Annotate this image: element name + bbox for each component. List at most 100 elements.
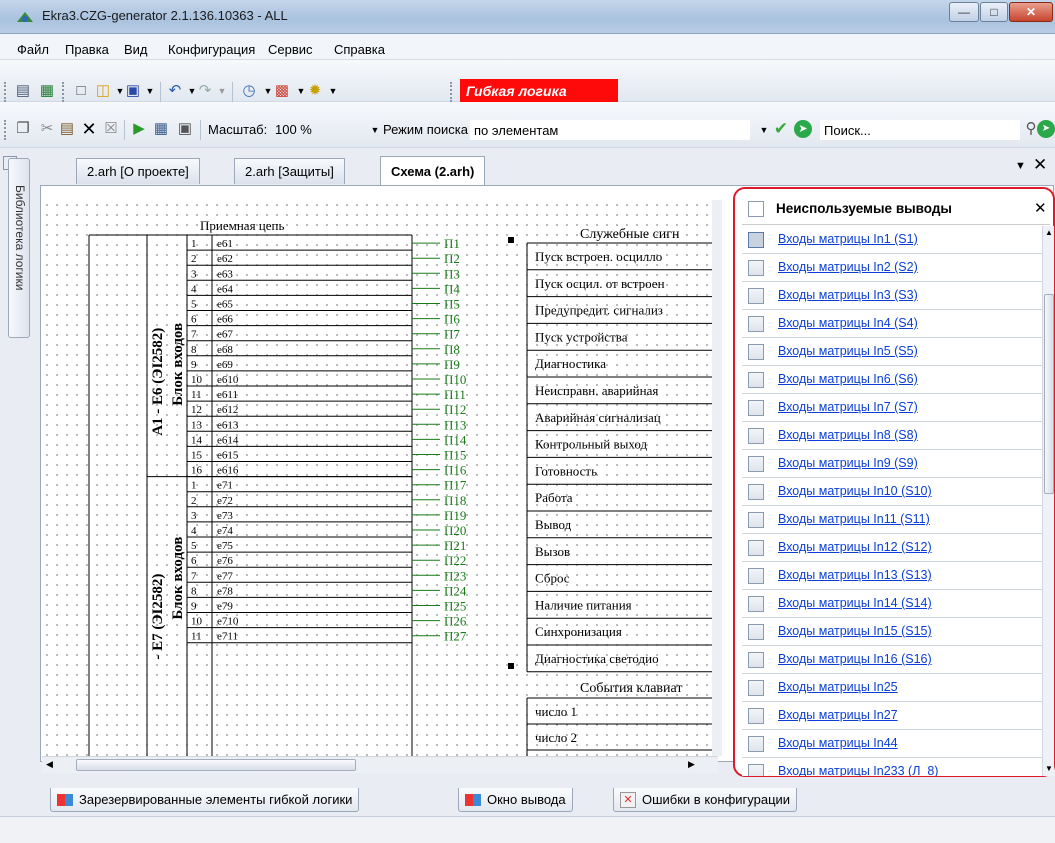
unused-output-link[interactable]: Входы матрицы In16 (S16) (778, 652, 932, 666)
unused-output-link[interactable]: Входы матрицы In7 (S7) (778, 400, 918, 414)
menu-file[interactable]: Файл (17, 42, 49, 57)
fit-icon[interactable]: ▣ (176, 120, 194, 138)
menu-configuration[interactable]: Конфигурация (168, 42, 255, 57)
unused-output-link[interactable]: Входы матрицы In14 (S14) (778, 596, 932, 610)
maximize-button[interactable]: □ (980, 2, 1008, 22)
cut-icon[interactable]: ✂ (38, 120, 56, 138)
unused-output-checkbox[interactable] (748, 736, 764, 752)
undo-icon[interactable]: ↶ (166, 82, 184, 100)
menu-service[interactable]: Сервис (268, 42, 313, 57)
unused-output-link[interactable]: Входы матрицы In8 (S8) (778, 428, 918, 442)
unused-output-checkbox[interactable] (748, 540, 764, 556)
unused-output-row[interactable]: Входы матрицы In6 (S6) (742, 366, 1042, 394)
unused-output-row[interactable]: Входы матрицы In27 (742, 702, 1042, 730)
redo-icon[interactable]: ↷ (196, 82, 214, 100)
unused-output-row[interactable]: Входы матрицы In44 (742, 730, 1042, 758)
unused-output-checkbox[interactable] (748, 232, 764, 248)
toolbar-grip[interactable] (4, 82, 7, 102)
menu-help[interactable]: Справка (334, 42, 385, 57)
unused-output-link[interactable]: Входы матрицы In15 (S15) (778, 624, 932, 638)
unused-output-row[interactable]: Входы матрицы In4 (S4) (742, 310, 1042, 338)
unused-output-link[interactable]: Входы матрицы In233 (Л_8) (778, 764, 938, 776)
unused-output-row[interactable]: Входы матрицы In5 (S5) (742, 338, 1042, 366)
calendar-icon[interactable]: ▦ (152, 120, 170, 138)
horizontal-scrollbar[interactable]: ◀ ▶ (42, 756, 718, 773)
unused-output-link[interactable]: Входы матрицы In25 (778, 680, 898, 694)
unused-output-checkbox[interactable] (748, 568, 764, 584)
tab-list-dropdown-icon[interactable]: ▼ (1015, 160, 1026, 172)
config-icon[interactable]: ▩ (273, 82, 291, 100)
go-icon[interactable]: ➤ (794, 120, 812, 138)
unused-output-row[interactable]: Входы матрицы In13 (S13) (742, 562, 1042, 590)
unused-output-row[interactable]: Входы матрицы In11 (S11) (742, 506, 1042, 534)
scroll-right-icon[interactable]: ▶ (688, 759, 695, 770)
unused-output-checkbox[interactable] (748, 288, 764, 304)
tab-output-window[interactable]: Окно вывода (458, 788, 573, 812)
unused-output-link[interactable]: Входы матрицы In4 (S4) (778, 316, 918, 330)
debug-bug-icon[interactable]: ✹ (306, 82, 324, 100)
play-icon[interactable]: ▶ (130, 120, 148, 138)
unused-output-link[interactable]: Входы матрицы In6 (S6) (778, 372, 918, 386)
copy-icon[interactable]: ❐ (14, 120, 32, 138)
save-icon[interactable]: ▣ (124, 82, 142, 100)
scroll-up-icon[interactable]: ▲ (1045, 228, 1053, 237)
unused-output-link[interactable]: Входы матрицы In5 (S5) (778, 344, 918, 358)
paste-icon[interactable]: ▤ (58, 120, 76, 138)
unused-output-checkbox[interactable] (748, 372, 764, 388)
unused-output-row[interactable]: Входы матрицы In10 (S10) (742, 478, 1042, 506)
chevron-down-icon[interactable]: ▼ (213, 82, 231, 100)
unused-output-link[interactable]: Входы матрицы In27 (778, 708, 898, 722)
delete-icon[interactable]: ✕ (80, 120, 98, 138)
unused-output-link[interactable]: Входы матрицы In3 (S3) (778, 288, 918, 302)
unused-output-checkbox[interactable] (748, 680, 764, 696)
tab-about-project[interactable]: 2.arh [О проекте] (76, 158, 200, 184)
scheme-canvas[interactable]: Приемная цепь 1 e61 П1 2 e62 П2 3 e63 П3 4 e64 П4 5 e6… (42, 200, 722, 756)
unused-output-checkbox[interactable] (748, 512, 764, 528)
unused-output-checkbox[interactable] (748, 624, 764, 640)
select-all-checkbox[interactable] (748, 201, 764, 217)
unused-output-link[interactable]: Входы матрицы In11 (S11) (778, 512, 930, 526)
toolbar-grip[interactable] (450, 82, 453, 102)
unused-output-link[interactable]: Входы матрицы In10 (S10) (778, 484, 932, 498)
unused-output-checkbox[interactable] (748, 596, 764, 612)
chevron-down-icon[interactable]: ▼ (366, 121, 384, 139)
menu-view[interactable]: Вид (124, 42, 148, 57)
menu-edit[interactable]: Правка (65, 42, 109, 57)
scroll-down-icon[interactable]: ▼ (1045, 764, 1053, 773)
clear-icon[interactable]: ☒ (102, 120, 120, 138)
unused-output-checkbox[interactable] (748, 260, 764, 276)
chevron-down-icon[interactable]: ▼ (141, 82, 159, 100)
search-go-icon[interactable]: ➤ (1037, 120, 1055, 138)
chevron-down-icon[interactable]: ▼ (755, 121, 773, 139)
minimize-button[interactable]: — (949, 2, 979, 22)
unused-output-row[interactable]: Входы матрицы In233 (Л_8) (742, 758, 1042, 776)
tab-scheme[interactable]: Схема (2.arh) (380, 156, 486, 185)
panel-scroll-thumb[interactable] (1044, 294, 1054, 494)
excel-icon[interactable]: ▦ (38, 82, 56, 100)
scroll-left-icon[interactable]: ◀ (46, 759, 53, 770)
tab-config-errors[interactable]: ✕ Ошибки в конфигурации (613, 788, 798, 812)
toolbar-grip[interactable] (62, 82, 65, 102)
new-file-icon[interactable]: □ (72, 82, 90, 100)
check-icon[interactable]: ✔ (772, 120, 790, 138)
unused-output-row[interactable]: Входы матрицы In3 (S3) (742, 282, 1042, 310)
unused-output-link[interactable]: Входы матрицы In9 (S9) (778, 456, 918, 470)
unused-output-link[interactable]: Входы матрицы In44 (778, 736, 898, 750)
unused-output-row[interactable]: Входы матрицы In14 (S14) (742, 590, 1042, 618)
list-icon[interactable]: ▤ (14, 82, 32, 100)
unused-output-link[interactable]: Входы матрицы In12 (S12) (778, 540, 932, 554)
search-mode-select[interactable]: по элементам (470, 120, 750, 140)
unused-output-checkbox[interactable] (748, 456, 764, 472)
unused-output-checkbox[interactable] (748, 344, 764, 360)
unused-output-checkbox[interactable] (748, 764, 764, 776)
unused-output-row[interactable]: Входы матрицы In15 (S15) (742, 618, 1042, 646)
unused-output-checkbox[interactable] (748, 708, 764, 724)
scale-value[interactable]: 100 % (275, 122, 312, 137)
unused-output-checkbox[interactable] (748, 400, 764, 416)
unused-output-link[interactable]: Входы матрицы In2 (S2) (778, 260, 918, 274)
horizontal-scroll-thumb[interactable] (76, 759, 356, 771)
unused-output-row[interactable]: Входы матрицы In1 (S1) (742, 226, 1042, 254)
unused-output-checkbox[interactable] (748, 428, 764, 444)
tab-reserved-elements[interactable]: Зарезервированные элементы гибкой логики (50, 788, 360, 812)
unused-output-row[interactable]: Входы матрицы In2 (S2) (742, 254, 1042, 282)
